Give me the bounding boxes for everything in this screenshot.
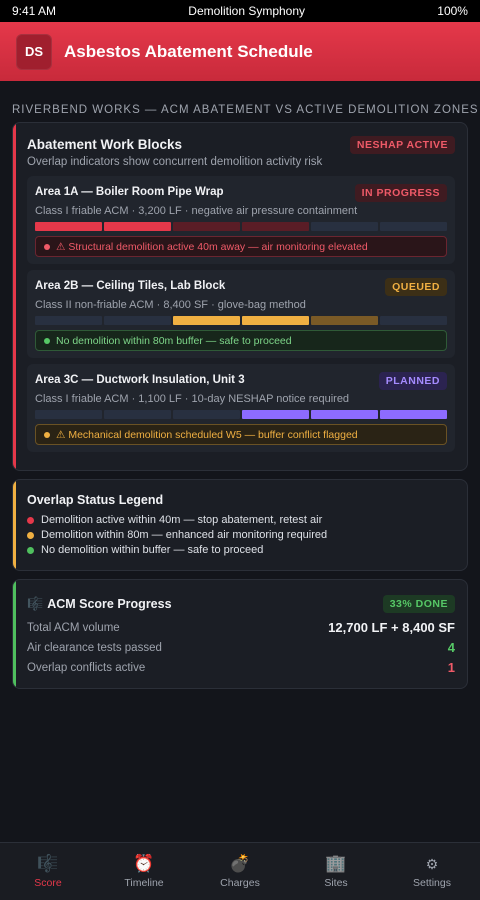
alert-text: ⚠ Mechanical demolition scheduled W5 — b… bbox=[56, 428, 358, 441]
avatar[interactable]: DS bbox=[16, 33, 52, 70]
progress-segment bbox=[104, 316, 171, 325]
work-block-area-2b[interactable]: Area 2B — Ceiling Tiles, Lab Block QUEUE… bbox=[27, 270, 455, 358]
status-badge: QUEUED bbox=[385, 278, 447, 296]
gear-icon: ⚙ bbox=[425, 856, 439, 872]
done-badge: 33% DONE bbox=[382, 595, 455, 613]
progress-segment bbox=[35, 222, 102, 231]
progress-segment bbox=[35, 410, 102, 419]
legend-card: Overlap Status Legend Demolition active … bbox=[12, 479, 468, 571]
progress-segments bbox=[35, 410, 447, 419]
alert-dot-icon bbox=[44, 337, 50, 344]
progress-segment bbox=[173, 222, 240, 231]
tab-score[interactable]: 🎼 Score bbox=[0, 843, 96, 900]
tab-sites[interactable]: 🏢 Sites bbox=[288, 843, 384, 900]
progress-segment bbox=[242, 410, 309, 419]
block-detail: Class I friable ACM · 1,100 LF · 10-day … bbox=[35, 393, 350, 405]
tab-label: Score bbox=[34, 877, 62, 889]
alert-dot-icon bbox=[44, 243, 50, 250]
building-icon: 🏢 bbox=[325, 854, 347, 873]
red-dot-icon bbox=[27, 516, 34, 524]
progress-segment bbox=[311, 316, 378, 325]
alarm-clock-icon: ⏰ bbox=[133, 854, 155, 873]
status-badge: IN PROGRESS bbox=[354, 184, 447, 202]
tab-settings[interactable]: ⚙ Settings bbox=[384, 843, 480, 900]
progress-segment bbox=[104, 222, 171, 231]
block-title: Area 3C — Ductwork Insulation, Unit 3 bbox=[35, 374, 245, 386]
neshap-badge: NESHAP ACTIVE bbox=[349, 136, 455, 154]
main-content[interactable]: RIVERBEND WORKS — ACM ABATEMENT VS ACTIV… bbox=[0, 81, 480, 842]
progress-segment bbox=[380, 410, 447, 419]
legend-item: Demolition active within 40m — stop abat… bbox=[27, 514, 322, 526]
stat-value: 12,700 LF + 8,400 SF bbox=[328, 620, 455, 635]
stat-label: Air clearance tests passed bbox=[27, 641, 162, 654]
progress-card: 🎼 ACM Score Progress 33% DONE Total ACM … bbox=[12, 579, 468, 689]
legend-item: Demolition within 80m — enhanced air mon… bbox=[27, 529, 327, 541]
status-battery: 100% bbox=[437, 4, 468, 18]
stat-label: Overlap conflicts active bbox=[27, 661, 146, 674]
page-title: Asbestos Abatement Schedule bbox=[64, 41, 313, 61]
progress-segment bbox=[380, 222, 447, 231]
status-time: 9:41 AM bbox=[12, 4, 57, 18]
stat-row-clearance: Air clearance tests passed 4 bbox=[27, 640, 455, 655]
tab-label: Sites bbox=[324, 877, 348, 889]
section-label: RIVERBEND WORKS — ACM ABATEMENT VS ACTIV… bbox=[12, 104, 479, 116]
overlap-alert: No demolition within 80m buffer — safe t… bbox=[35, 330, 447, 351]
progress-segment bbox=[242, 316, 309, 325]
progress-segment bbox=[311, 410, 378, 419]
status-badge: PLANNED bbox=[378, 372, 447, 390]
progress-segment bbox=[173, 410, 240, 419]
stat-value: 4 bbox=[447, 640, 455, 655]
legend-item: No demolition within buffer — safe to pr… bbox=[27, 544, 263, 556]
work-block-area-1a[interactable]: Area 1A — Boiler Room Pipe Wrap IN PROGR… bbox=[27, 176, 455, 264]
alert-dot-icon bbox=[44, 431, 50, 438]
block-detail: Class I friable ACM · 3,200 LF · negativ… bbox=[35, 205, 358, 217]
progress-segments bbox=[35, 316, 447, 325]
green-dot-icon bbox=[27, 546, 34, 554]
card-subtitle: Overlap indicators show concurrent demol… bbox=[27, 156, 323, 168]
stat-row-conflicts: Overlap conflicts active 1 bbox=[27, 660, 455, 675]
block-detail: Class II non-friable ACM · 8,400 SF · gl… bbox=[35, 299, 306, 311]
progress-title: ACM Score Progress bbox=[47, 597, 172, 611]
tab-label: Charges bbox=[220, 877, 260, 889]
tab-label: Settings bbox=[413, 877, 451, 889]
music-score-icon: 🎼 bbox=[27, 596, 44, 611]
legend-label: Demolition within 80m — enhanced air mon… bbox=[41, 529, 328, 541]
work-block-area-3c[interactable]: Area 3C — Ductwork Insulation, Unit 3 PL… bbox=[27, 364, 455, 452]
legend-label: No demolition within buffer — safe to pr… bbox=[41, 544, 264, 556]
overlap-alert: ⚠ Structural demolition active 40m away … bbox=[35, 236, 447, 257]
progress-segment bbox=[311, 222, 378, 231]
progress-segment bbox=[380, 316, 447, 325]
tab-bar: 🎼 Score ⏰ Timeline 💣 Charges 🏢 Sites ⚙ S… bbox=[0, 842, 480, 900]
music-score-icon: 🎼 bbox=[37, 854, 59, 873]
block-title: Area 2B — Ceiling Tiles, Lab Block bbox=[35, 280, 226, 292]
stat-label: Total ACM volume bbox=[27, 621, 120, 634]
overlap-alert: ⚠ Mechanical demolition scheduled W5 — b… bbox=[35, 424, 447, 445]
stat-value: 1 bbox=[447, 660, 455, 675]
legend-label: Demolition active within 40m — stop abat… bbox=[41, 514, 323, 526]
tab-timeline[interactable]: ⏰ Timeline bbox=[96, 843, 192, 900]
app-header: DS Asbestos Abatement Schedule bbox=[0, 22, 480, 81]
progress-title-row: 🎼 ACM Score Progress bbox=[27, 596, 172, 612]
bomb-icon: 💣 bbox=[229, 854, 251, 873]
progress-segment bbox=[173, 316, 240, 325]
alert-text: No demolition within 80m buffer — safe t… bbox=[56, 334, 292, 347]
amber-dot-icon bbox=[27, 531, 34, 539]
progress-segment bbox=[104, 410, 171, 419]
stat-row-total: Total ACM volume 12,700 LF + 8,400 SF bbox=[27, 620, 455, 635]
work-blocks-card: Abatement Work Blocks NESHAP ACTIVE Over… bbox=[12, 122, 468, 471]
card-title: Abatement Work Blocks bbox=[27, 137, 183, 152]
alert-text: ⚠ Structural demolition active 40m away … bbox=[56, 240, 368, 253]
legend-title: Overlap Status Legend bbox=[27, 493, 164, 507]
tab-charges[interactable]: 💣 Charges bbox=[192, 843, 288, 900]
block-title: Area 1A — Boiler Room Pipe Wrap bbox=[35, 186, 224, 198]
progress-segments bbox=[35, 222, 447, 231]
progress-segment bbox=[242, 222, 309, 231]
tab-label: Timeline bbox=[124, 877, 164, 889]
status-carrier: Demolition Symphony bbox=[188, 4, 306, 18]
status-bar: 9:41 AM Demolition Symphony 100% bbox=[0, 0, 480, 22]
progress-segment bbox=[35, 316, 102, 325]
